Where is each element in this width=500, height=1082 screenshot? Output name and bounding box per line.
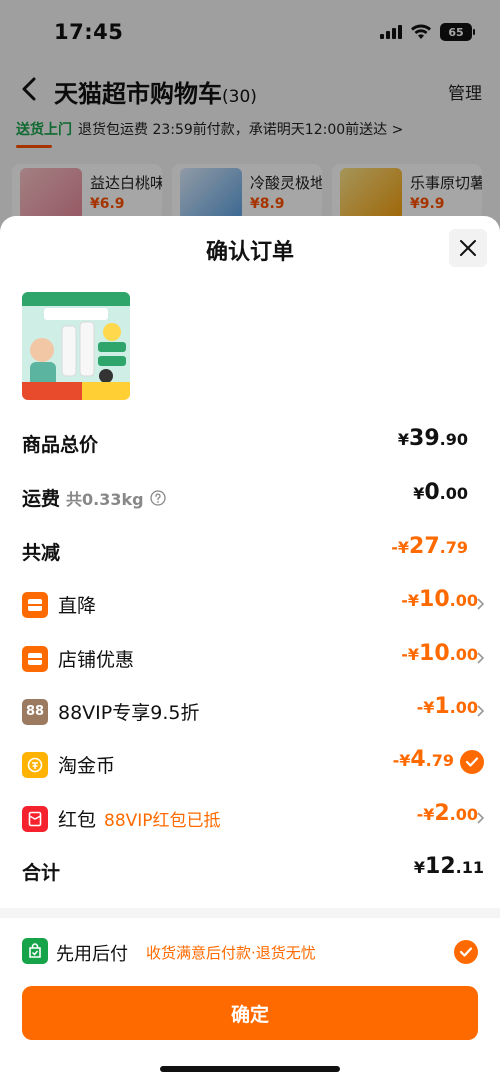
store-coupon-label: 店铺优惠 (22, 645, 134, 672)
total-discount-row: 共减 -¥27.79 (0, 530, 500, 570)
direct-drop-label: 直降 (22, 591, 96, 618)
coins-checkbox[interactable] (460, 750, 484, 774)
pay-later-note: 收货满意后付款·退货无忧 (146, 944, 316, 962)
vip-discount-row[interactable]: 88 88VIP专享9.5折 -¥1.00 (0, 690, 500, 730)
check-icon (465, 757, 479, 767)
coins-amount: -¥4.79 (392, 747, 454, 772)
vip-discount-label: 88 88VIP专享9.5折 (22, 698, 199, 725)
pay-later-icon (22, 938, 48, 964)
red-packet-row[interactable]: 红包 88VIP红包已抵 -¥2.00 (0, 797, 500, 837)
red-packet-icon (22, 805, 48, 832)
vip-discount-amount: -¥1.00 (416, 694, 478, 719)
chevron-right-icon (477, 812, 485, 824)
pay-later-label: 先用后付 (56, 944, 128, 965)
store-coupon-amount: -¥10.00 (401, 641, 478, 666)
check-icon (459, 947, 473, 957)
chevron-right-icon (477, 598, 485, 610)
chevron-right-icon (477, 705, 485, 717)
total-amount: ¥12.11 (413, 854, 484, 879)
product-image (22, 292, 130, 400)
shipping-weight: 共0.33kg (66, 489, 144, 509)
total-label: 合计 (22, 862, 61, 884)
confirm-button[interactable]: 确定 (22, 986, 478, 1040)
vip-badge-icon: 88 (22, 698, 48, 725)
close-icon (460, 240, 476, 256)
subtotal-amount: ¥39.90 (397, 426, 468, 451)
red-packet-label: 红包 88VIP红包已抵 (22, 805, 221, 832)
pay-later-row[interactable]: 先用后付 收货满意后付款·退货无忧 (0, 934, 500, 970)
close-button[interactable] (449, 229, 487, 267)
shipping-row: 运费 共0.33kg ¥0.00 (0, 476, 500, 516)
coin-icon (22, 751, 48, 778)
store-coupon-row[interactable]: 店铺优惠 -¥10.00 (0, 637, 500, 677)
total-discount-label: 共减 (22, 542, 61, 564)
subtotal-row: 商品总价 ¥39.90 (0, 422, 500, 462)
red-packet-note: 88VIP红包已抵 (104, 811, 221, 831)
total-row: 合计 ¥12.11 (0, 850, 500, 890)
product-thumbnail[interactable] (22, 292, 130, 400)
subtotal-label: 商品总价 (22, 434, 99, 456)
direct-drop-amount: -¥10.00 (401, 587, 478, 612)
section-divider (0, 908, 500, 918)
sheet-title: 确认订单 (205, 240, 294, 265)
direct-drop-row[interactable]: 直降 -¥10.00 (0, 583, 500, 623)
shipping-amount: ¥0.00 (413, 480, 468, 505)
info-icon[interactable] (149, 489, 166, 506)
pay-later-checkbox[interactable] (454, 940, 478, 964)
coins-label: 淘金币 (22, 751, 115, 778)
coupon-badge-icon (22, 645, 48, 672)
coins-row[interactable]: 淘金币 -¥4.79 (0, 743, 500, 783)
red-packet-amount: -¥2.00 (416, 801, 478, 826)
chevron-right-icon (477, 652, 485, 664)
confirm-order-sheet: 确认订单 商品总价 ¥39.90 运费 共0.33kg ¥0.00 共减 -¥2… (0, 216, 500, 1082)
shipping-label: 运费 共0.33kg (22, 484, 166, 511)
total-discount-amount: -¥27.79 (391, 534, 468, 559)
discount-badge-icon (22, 591, 48, 618)
home-indicator (160, 1066, 340, 1072)
